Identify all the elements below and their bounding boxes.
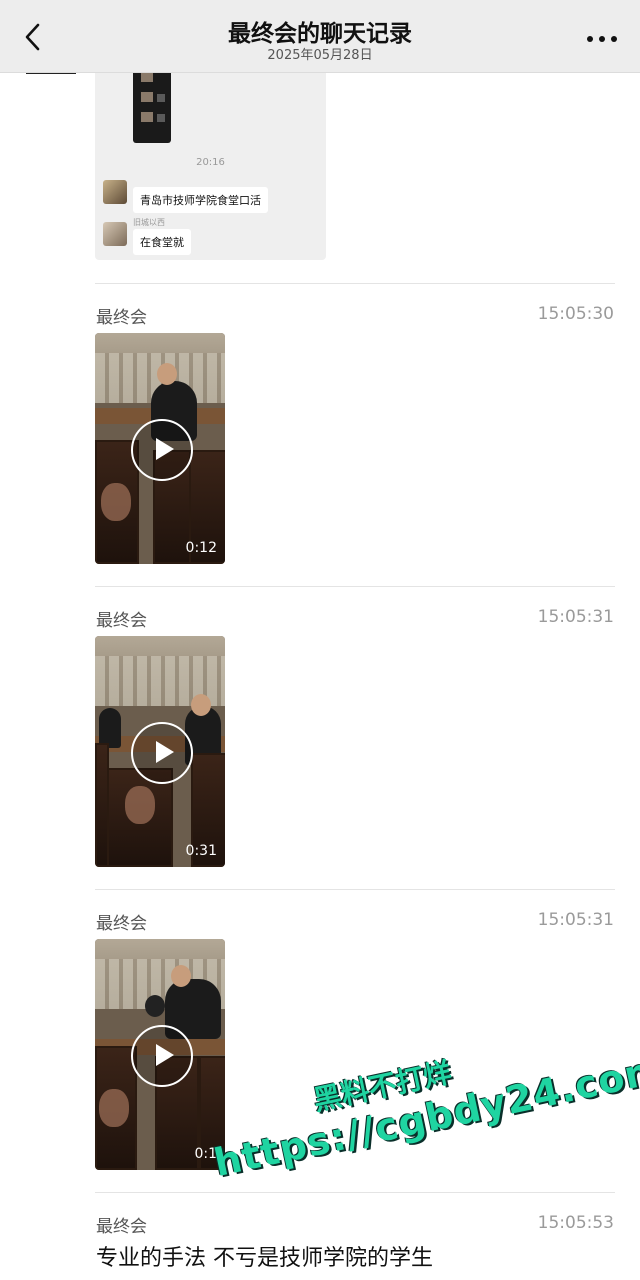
sender-name: 最终会 (96, 914, 147, 934)
message-text: 专业的手法 不亏是技师学院的学生 (96, 1246, 433, 1271)
page-subtitle-date: 2025年05月28日 (267, 48, 373, 63)
video-duration: 0:31 (185, 843, 217, 859)
quoted-message-bubble: 青岛市技师学院食堂口活 (133, 187, 268, 213)
watermark-overlay: 黑料不打烊 https://cgbdy24.com (202, 1020, 640, 1221)
message-time: 15:05:53 (537, 1213, 614, 1233)
ellipsis-icon[interactable] (582, 26, 622, 52)
sender-name: 最终会 (96, 1217, 147, 1237)
nav-header: 最终会的聊天记录 2025年05月28日 (0, 0, 640, 73)
divider (95, 283, 615, 284)
quoted-message-bubble: 在食堂就 (133, 229, 191, 255)
play-icon[interactable] (131, 722, 193, 784)
quoted-chat-screenshot[interactable]: 20:16 青岛市技师学院食堂口活 旧城以西 在食堂就 (95, 60, 326, 260)
video-thumbnail[interactable]: 0:12 (95, 333, 225, 564)
avatar (103, 222, 127, 246)
quoted-sender-name: 旧城以西 (133, 218, 165, 227)
quoted-timestamp: 20:16 (196, 157, 225, 168)
sender-name: 最终会 (96, 308, 147, 328)
avatar (103, 180, 127, 204)
page-title: 最终会的聊天记录 (228, 21, 412, 47)
video-thumbnail[interactable]: 0:1 (95, 939, 225, 1170)
message-time: 15:05:31 (537, 607, 614, 627)
play-icon[interactable] (131, 419, 193, 481)
video-thumbnail[interactable]: 0:31 (95, 636, 225, 867)
divider (95, 586, 615, 587)
message-time: 15:05:31 (537, 910, 614, 930)
sender-name: 最终会 (96, 611, 147, 631)
video-duration: 0:12 (185, 540, 217, 556)
divider (95, 889, 615, 890)
play-icon[interactable] (131, 1025, 193, 1087)
message-time: 15:05:30 (537, 304, 614, 324)
